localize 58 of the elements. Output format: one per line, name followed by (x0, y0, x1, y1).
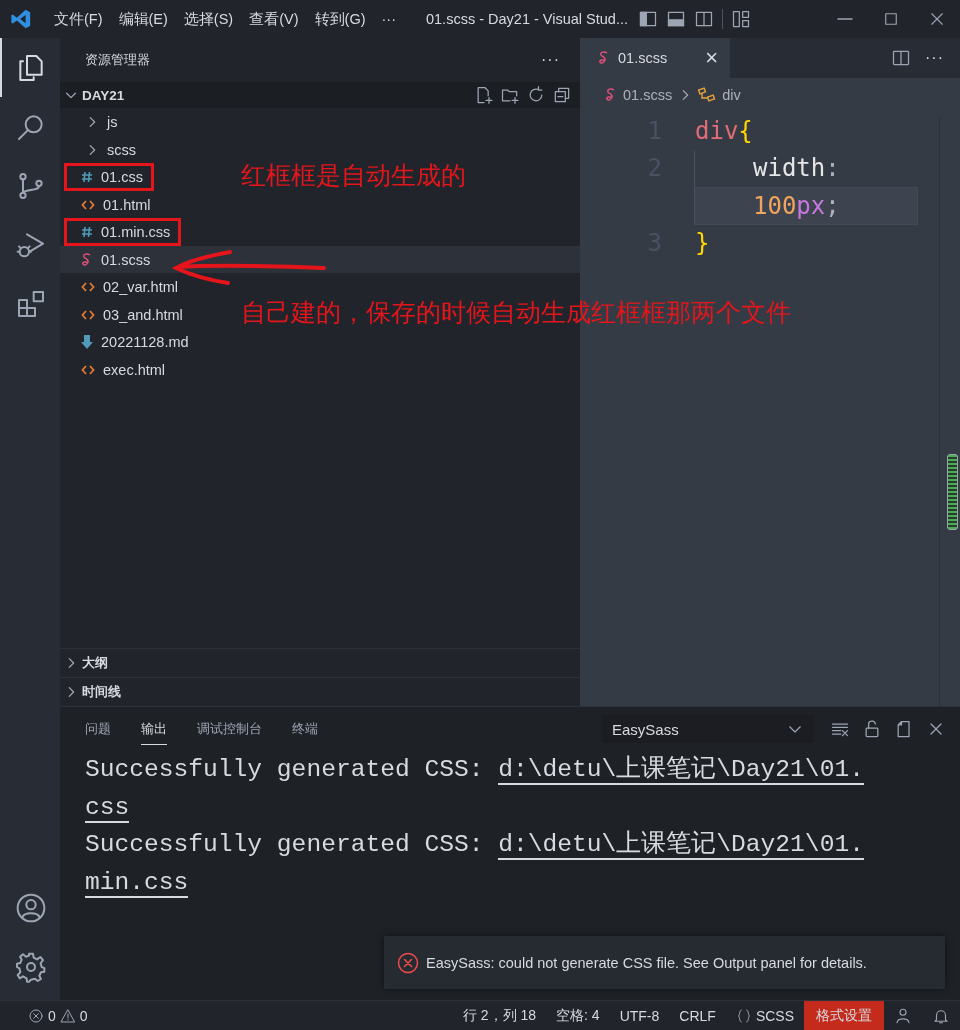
language-mode[interactable]: SCSS (725, 1007, 804, 1024)
tree-item[interactable]: 01.css 红框框是自动生成的 (60, 163, 580, 191)
tree-item[interactable]: 01.min.css (60, 218, 580, 246)
file-name: 01.css (101, 169, 143, 185)
annotation-note: 自己建的，保存的时候自动生成红框框那两个文件 (241, 299, 791, 326)
output-message: Successfully generated CSS: d:\detu\上课笔记\Day21\01.min.css (85, 829, 865, 900)
tree-item[interactable]: 01.html (60, 190, 580, 218)
menu-item[interactable]: 查看(V) (241, 5, 307, 33)
format-button[interactable]: 格式设置 (804, 1001, 884, 1030)
status-item[interactable]: CRLF (669, 1007, 726, 1024)
tree-item[interactable]: scss (60, 135, 580, 163)
notification-message: EasySass: could not generate CSS file. See Output panel for details. (426, 954, 867, 971)
more-button[interactable]: ··· (541, 51, 560, 69)
panel-tab[interactable]: 终端 (292, 713, 318, 745)
status-item[interactable]: 行 2，列 18 (452, 1006, 547, 1025)
menu-item[interactable]: 选择(S) (175, 5, 242, 33)
file-name: 01.scss (101, 251, 151, 268)
breadcrumb-item[interactable]: 01.scss (623, 87, 673, 103)
menu-item[interactable]: 转到(G) (306, 5, 374, 33)
close-tab-button[interactable]: × (705, 45, 718, 71)
panel-tab[interactable]: 输出 (141, 713, 167, 745)
tree-item[interactable]: 03_and.html 自己建的，保存的时候自动生成红框框那两个文件 (60, 300, 791, 328)
sidebar-title: 资源管理器 (85, 51, 150, 69)
panel-tab[interactable]: 调试控制台 (197, 713, 262, 745)
tree-item[interactable]: 02_var.html (60, 273, 580, 301)
code-line: } (695, 228, 711, 260)
status-item[interactable]: 空格: 4 (546, 1006, 610, 1025)
section-header[interactable]: 大纲 (60, 648, 580, 677)
folder-header[interactable]: DAY21 (60, 82, 580, 108)
file-name: 20221128.md (101, 334, 189, 350)
folder-name: js (107, 114, 118, 130)
tree-item[interactable]: 01.scss (60, 245, 580, 273)
panel-tab[interactable]: 问题 (85, 713, 111, 745)
section-title: 时间线 (82, 683, 121, 701)
breadcrumb-item[interactable]: div (722, 87, 741, 103)
editor-tab[interactable]: 01.scss × (580, 38, 730, 78)
folder-name: scss (107, 141, 136, 158)
problems-indicator[interactable]: 0 0 (18, 1007, 98, 1024)
tree-item[interactable]: js (60, 108, 580, 136)
file-name: 03_and.html (103, 306, 183, 323)
menu-item[interactable]: 编辑(E) (110, 5, 176, 33)
output-channel-dropdown[interactable]: EasySass (602, 715, 814, 743)
tab-label: 01.scss (618, 50, 668, 66)
more-button[interactable]: ··· (925, 49, 944, 67)
code-line: div{ (695, 115, 754, 147)
tree-item[interactable]: exec.html (60, 355, 580, 383)
status-item[interactable]: UTF-8 (609, 1007, 670, 1024)
file-name: exec.html (103, 361, 166, 378)
file-name: 01.html (103, 196, 151, 213)
folder-name: DAY21 (82, 87, 125, 103)
annotation-note: 红框框是自动生成的 (241, 161, 466, 189)
tree-item[interactable]: 20221128.md (60, 328, 580, 356)
section-title: 大纲 (82, 654, 108, 672)
more-menu[interactable]: ··· (373, 7, 404, 31)
menu-item[interactable]: 文件(F) (46, 5, 111, 33)
file-name: 02_var.html (103, 279, 178, 295)
window-title: 01.scss - Day21 - Visual Stud... (426, 11, 628, 27)
file-name: 01.min.css (101, 224, 171, 240)
